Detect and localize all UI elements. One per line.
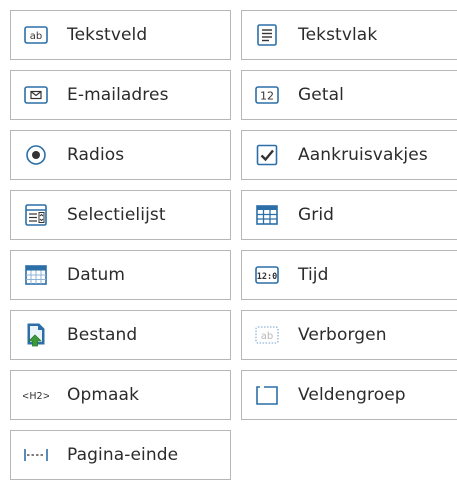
page-break-icon [23,442,49,468]
field-datum[interactable]: Datum [10,250,231,300]
file-upload-icon [23,322,49,348]
checkbox-icon [254,142,280,168]
select-list-icon [23,202,49,228]
number-icon-text: 12 [260,90,274,103]
field-label: Aankruisvakjes [298,145,428,165]
field-radios[interactable]: Radios [10,130,231,180]
field-label: Getal [298,85,344,105]
radio-icon [23,142,49,168]
field-label: Tekstvlak [298,25,378,45]
textfield-icon: ab [23,22,49,48]
grid-icon [254,202,280,228]
field-selectielijst[interactable]: Selectielijst [10,190,231,240]
hidden-field-icon: ab [254,322,280,348]
field-pagina-einde[interactable]: Pagina-einde [10,430,231,480]
hidden-icon-text: ab [261,331,273,342]
field-aankruisvakjes[interactable]: Aankruisvakjes [241,130,457,180]
field-grid[interactable]: Grid [241,190,457,240]
textfield-icon-text: ab [30,31,42,42]
field-label: Selectielijst [67,205,166,225]
field-label: Opmaak [67,385,140,405]
field-tijd[interactable]: 12:0 Tijd [241,250,457,300]
markup-icon: <H2> [23,382,49,408]
field-getal[interactable]: 12 Getal [241,70,457,120]
field-label: Tekstveld [67,25,148,45]
field-label: Verborgen [298,325,387,345]
field-label: Pagina-einde [67,445,179,465]
field-veldengroep[interactable]: Veldengroep [241,370,457,420]
calendar-icon [23,262,49,288]
time-icon-text: 12:0 [257,272,277,282]
textarea-icon [254,22,280,48]
field-label: Grid [298,205,335,225]
field-tekstveld[interactable]: ab Tekstveld [10,10,231,60]
field-opmaak[interactable]: <H2> Opmaak [10,370,231,420]
field-label: E-mailadres [67,85,169,105]
number-icon: 12 [254,82,280,108]
field-label: Radios [67,145,125,165]
field-e-mailadres[interactable]: E-mailadres [10,70,231,120]
field-label: Veldengroep [298,385,406,405]
time-icon: 12:0 [254,262,280,288]
fieldset-icon [254,382,280,408]
field-type-palette: ab Tekstveld Tekstvlak E-mailadres 12 Ge… [10,10,457,480]
envelope-icon [23,82,49,108]
field-tekstvlak[interactable]: Tekstvlak [241,10,457,60]
field-verborgen[interactable]: ab Verborgen [241,310,457,360]
field-label: Bestand [67,325,138,345]
field-bestand[interactable]: Bestand [10,310,231,360]
field-label: Tijd [298,265,329,285]
markup-icon-text: <H2> [23,391,49,402]
field-label: Datum [67,265,126,285]
